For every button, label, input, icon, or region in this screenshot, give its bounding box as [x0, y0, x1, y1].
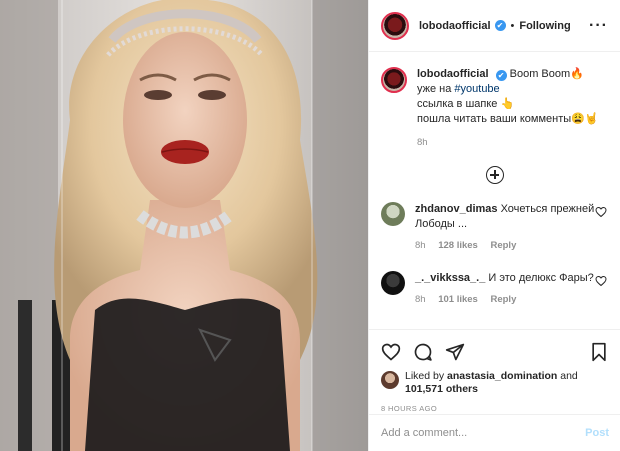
- caption-avatar[interactable]: [381, 67, 407, 93]
- comment-item: _._vikkssa_._ И это делюкс Фары? 8h 101 …: [381, 271, 609, 307]
- share-icon[interactable]: [445, 342, 465, 362]
- comment-meta: 8h 101 likes Reply: [415, 292, 595, 307]
- comment-meta: 8h 128 likes Reply: [415, 238, 595, 253]
- comment-item: zhdanov_dimas Хочеться прежней Лободы ..…: [381, 202, 609, 253]
- load-more-comments[interactable]: [381, 166, 609, 184]
- caption-line-3: ссылка в шапке 👆: [417, 98, 515, 110]
- verified-icon: ✔: [495, 70, 507, 81]
- caption-text: lobodaofficial ✔ Boom Boom🔥 уже на #yout…: [417, 67, 607, 150]
- plus-circle-icon[interactable]: [486, 166, 504, 184]
- comment-body: _._vikkssa_._ И это делюкс Фары? 8h 101 …: [415, 271, 595, 307]
- hashtag-link[interactable]: #youtube: [454, 83, 499, 95]
- liked-by-connector: and: [557, 370, 578, 382]
- post-actions: Liked by anastasia_domination and 101,57…: [369, 329, 620, 413]
- verified-icon: ✔: [494, 20, 506, 31]
- caption-line-1: Boom Boom🔥: [509, 68, 584, 80]
- caption-username[interactable]: lobodaofficial: [417, 68, 489, 80]
- comment-time[interactable]: 8h: [415, 240, 426, 251]
- liker-avatar[interactable]: [381, 371, 399, 389]
- separator: •: [510, 19, 515, 32]
- comment-input[interactable]: [381, 427, 586, 439]
- liked-by-text: Liked by anastasia_domination and 101,57…: [405, 370, 578, 396]
- liked-by: Liked by anastasia_domination and 101,57…: [381, 370, 609, 396]
- following-button[interactable]: Following: [519, 20, 570, 32]
- author-avatar[interactable]: [381, 11, 409, 40]
- comment-like-icon[interactable]: [595, 275, 607, 287]
- likes-count[interactable]: 101,571 others: [405, 383, 478, 395]
- comment-icon[interactable]: [413, 342, 433, 362]
- action-icons: [381, 336, 609, 368]
- comment-time[interactable]: 8h: [415, 294, 426, 305]
- commenter-avatar[interactable]: [381, 202, 405, 226]
- post-comment-button[interactable]: Post: [585, 427, 609, 439]
- post-caption: lobodaofficial ✔ Boom Boom🔥 уже на #yout…: [381, 67, 609, 150]
- caption-line-2: уже на: [417, 83, 455, 95]
- bookmark-icon[interactable]: [589, 342, 609, 362]
- post-details-panel: lobodaofficial ✔ • Following ··· lobodao…: [368, 0, 620, 451]
- reply-button[interactable]: Reply: [490, 294, 516, 305]
- reply-button[interactable]: Reply: [490, 240, 516, 251]
- comment-text: И это делюкс Фары?: [488, 272, 594, 284]
- heart-icon[interactable]: [381, 342, 401, 362]
- author-username[interactable]: lobodaofficial: [419, 20, 491, 32]
- comment-like-icon[interactable]: [595, 206, 607, 218]
- comments-section[interactable]: lobodaofficial ✔ Boom Boom🔥 уже на #yout…: [369, 53, 620, 328]
- liker-username[interactable]: anastasia_domination: [447, 370, 557, 382]
- comment-body: zhdanov_dimas Хочеться прежней Лободы ..…: [415, 202, 595, 253]
- comment-likes[interactable]: 128 likes: [438, 240, 478, 251]
- commenter-username[interactable]: _._vikkssa_._: [415, 272, 485, 284]
- liked-by-prefix: Liked by: [405, 370, 448, 382]
- more-icon[interactable]: ···: [589, 17, 608, 35]
- add-comment-bar: Post: [369, 414, 620, 451]
- caption-time: 8h: [417, 137, 428, 148]
- post-photo[interactable]: [0, 0, 368, 451]
- post-photo-image: [0, 0, 368, 451]
- caption-line-4: пошла читать ваши комменты😩🤘: [417, 113, 599, 125]
- post-timestamp[interactable]: 8 HOURS AGO: [381, 404, 609, 413]
- comment-likes[interactable]: 101 likes: [438, 294, 478, 305]
- commenter-username[interactable]: zhdanov_dimas: [415, 203, 498, 215]
- commenter-avatar[interactable]: [381, 271, 405, 295]
- post-header: lobodaofficial ✔ • Following ···: [369, 0, 620, 52]
